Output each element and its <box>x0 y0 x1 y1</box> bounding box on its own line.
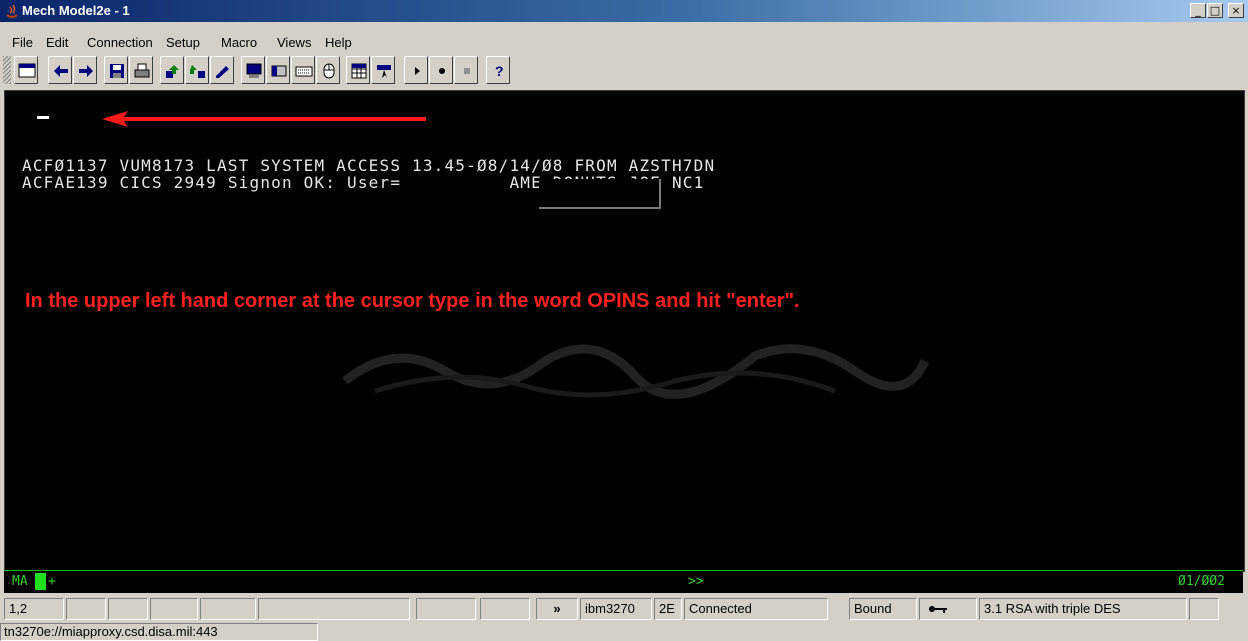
menu-file[interactable]: File <box>12 33 33 53</box>
cursor-position: 1,2 <box>4 598 64 620</box>
save-icon <box>110 64 124 78</box>
terminal-screen[interactable]: ACFØ1137 VUM8173 LAST SYSTEM ACCESS 13.4… <box>4 90 1245 572</box>
display-icon <box>246 63 262 78</box>
print-icon <box>134 63 150 78</box>
help-icon: ? <box>495 63 504 79</box>
instruction-text: In the upper left hand corner at the cur… <box>25 290 800 312</box>
oia-plus: + <box>48 574 56 589</box>
connection-status: Connected <box>684 598 828 620</box>
menu-views[interactable]: Views <box>277 33 311 53</box>
keypad-icon <box>271 65 287 77</box>
grid-button[interactable] <box>346 56 370 84</box>
save-button[interactable] <box>104 56 128 84</box>
status-empty <box>258 598 410 620</box>
terminal-cursor <box>37 116 49 119</box>
forward-arrow-icon <box>79 65 93 77</box>
status-bar: 1,2 » ibm3270 2E Connected Bound 3.1 RSA… <box>0 598 1248 620</box>
red-arrow-annotation <box>102 111 426 127</box>
hotspot-button[interactable] <box>371 56 395 84</box>
connection-url: tn3270e://miapproxy.csd.disa.mil:443 <box>0 623 318 641</box>
record-macro-button[interactable] <box>429 56 453 84</box>
hotspot-icon <box>377 65 391 78</box>
status-empty <box>150 598 198 620</box>
print-button[interactable] <box>129 56 153 84</box>
keyboard-button[interactable] <box>291 56 315 84</box>
status-empty <box>108 598 148 620</box>
close-button[interactable]: × <box>1228 3 1244 18</box>
menu-macro[interactable]: Macro <box>221 33 257 53</box>
bound-status: Bound <box>849 598 917 620</box>
oia-indicator: >> <box>688 574 704 589</box>
mouse-button[interactable] <box>316 56 340 84</box>
toolbar: ? <box>0 56 1248 89</box>
window-title: Mech Model2e - 1 <box>22 3 130 18</box>
menu-setup[interactable]: Setup <box>166 33 200 53</box>
operator-info-area: MA + >> Ø1/ØØ2 <box>4 570 1243 593</box>
menu-help[interactable]: Help <box>325 33 352 53</box>
stop-macro-button[interactable] <box>454 56 478 84</box>
java-app-icon <box>6 4 18 18</box>
title-bar[interactable]: Mech Model2e - 1 _ □ × <box>0 0 1248 22</box>
send-file-icon <box>166 65 179 78</box>
receive-file-icon <box>190 65 205 78</box>
edit-icon <box>216 66 229 78</box>
edit-button[interactable] <box>210 56 234 84</box>
oia-mode: MA <box>12 574 28 589</box>
help-button[interactable]: ? <box>486 56 510 84</box>
menu-bar: File Edit Connection Setup Macro Views H… <box>0 33 1248 53</box>
window-icon <box>18 63 36 78</box>
svg-text:?: ? <box>495 63 504 79</box>
status-empty <box>1189 598 1219 620</box>
status-empty <box>66 598 106 620</box>
play-macro-icon <box>415 67 420 75</box>
oia-page-counter: Ø1/ØØ2 <box>1178 574 1225 589</box>
menu-edit[interactable]: Edit <box>46 33 68 53</box>
security-key <box>919 598 977 620</box>
grid-icon <box>351 63 367 79</box>
watermark-signature <box>342 344 930 399</box>
record-macro-icon <box>439 68 445 74</box>
terminal-type: ibm3270 <box>580 598 652 620</box>
back-button[interactable] <box>48 56 72 84</box>
oia-cursor <box>35 573 46 590</box>
status-empty <box>480 598 530 620</box>
menu-connection[interactable]: Connection <box>87 33 153 53</box>
send-file-button[interactable] <box>160 56 184 84</box>
mouse-icon <box>323 63 335 79</box>
forward-indicator: » <box>536 598 578 620</box>
forward-button[interactable] <box>73 56 97 84</box>
status-empty <box>200 598 256 620</box>
terminal-model: 2E <box>654 598 682 620</box>
keyboard-icon <box>295 66 313 77</box>
minimize-button[interactable]: _ <box>1190 3 1206 18</box>
redaction-box <box>539 179 661 209</box>
play-macro-button[interactable] <box>404 56 428 84</box>
maximize-button[interactable]: □ <box>1207 3 1223 18</box>
back-arrow-icon <box>54 65 68 77</box>
key-icon <box>929 606 947 613</box>
display-button[interactable] <box>241 56 265 84</box>
encryption-status: 3.1 RSA with triple DES <box>979 598 1187 620</box>
url-bar: tn3270e://miapproxy.csd.disa.mil:443 <box>0 623 1248 641</box>
keypad-button[interactable] <box>266 56 290 84</box>
toolbar-grip[interactable] <box>3 56 11 84</box>
stop-macro-icon <box>464 68 470 74</box>
status-empty <box>416 598 476 620</box>
window-button[interactable] <box>14 56 38 84</box>
receive-file-button[interactable] <box>185 56 209 84</box>
